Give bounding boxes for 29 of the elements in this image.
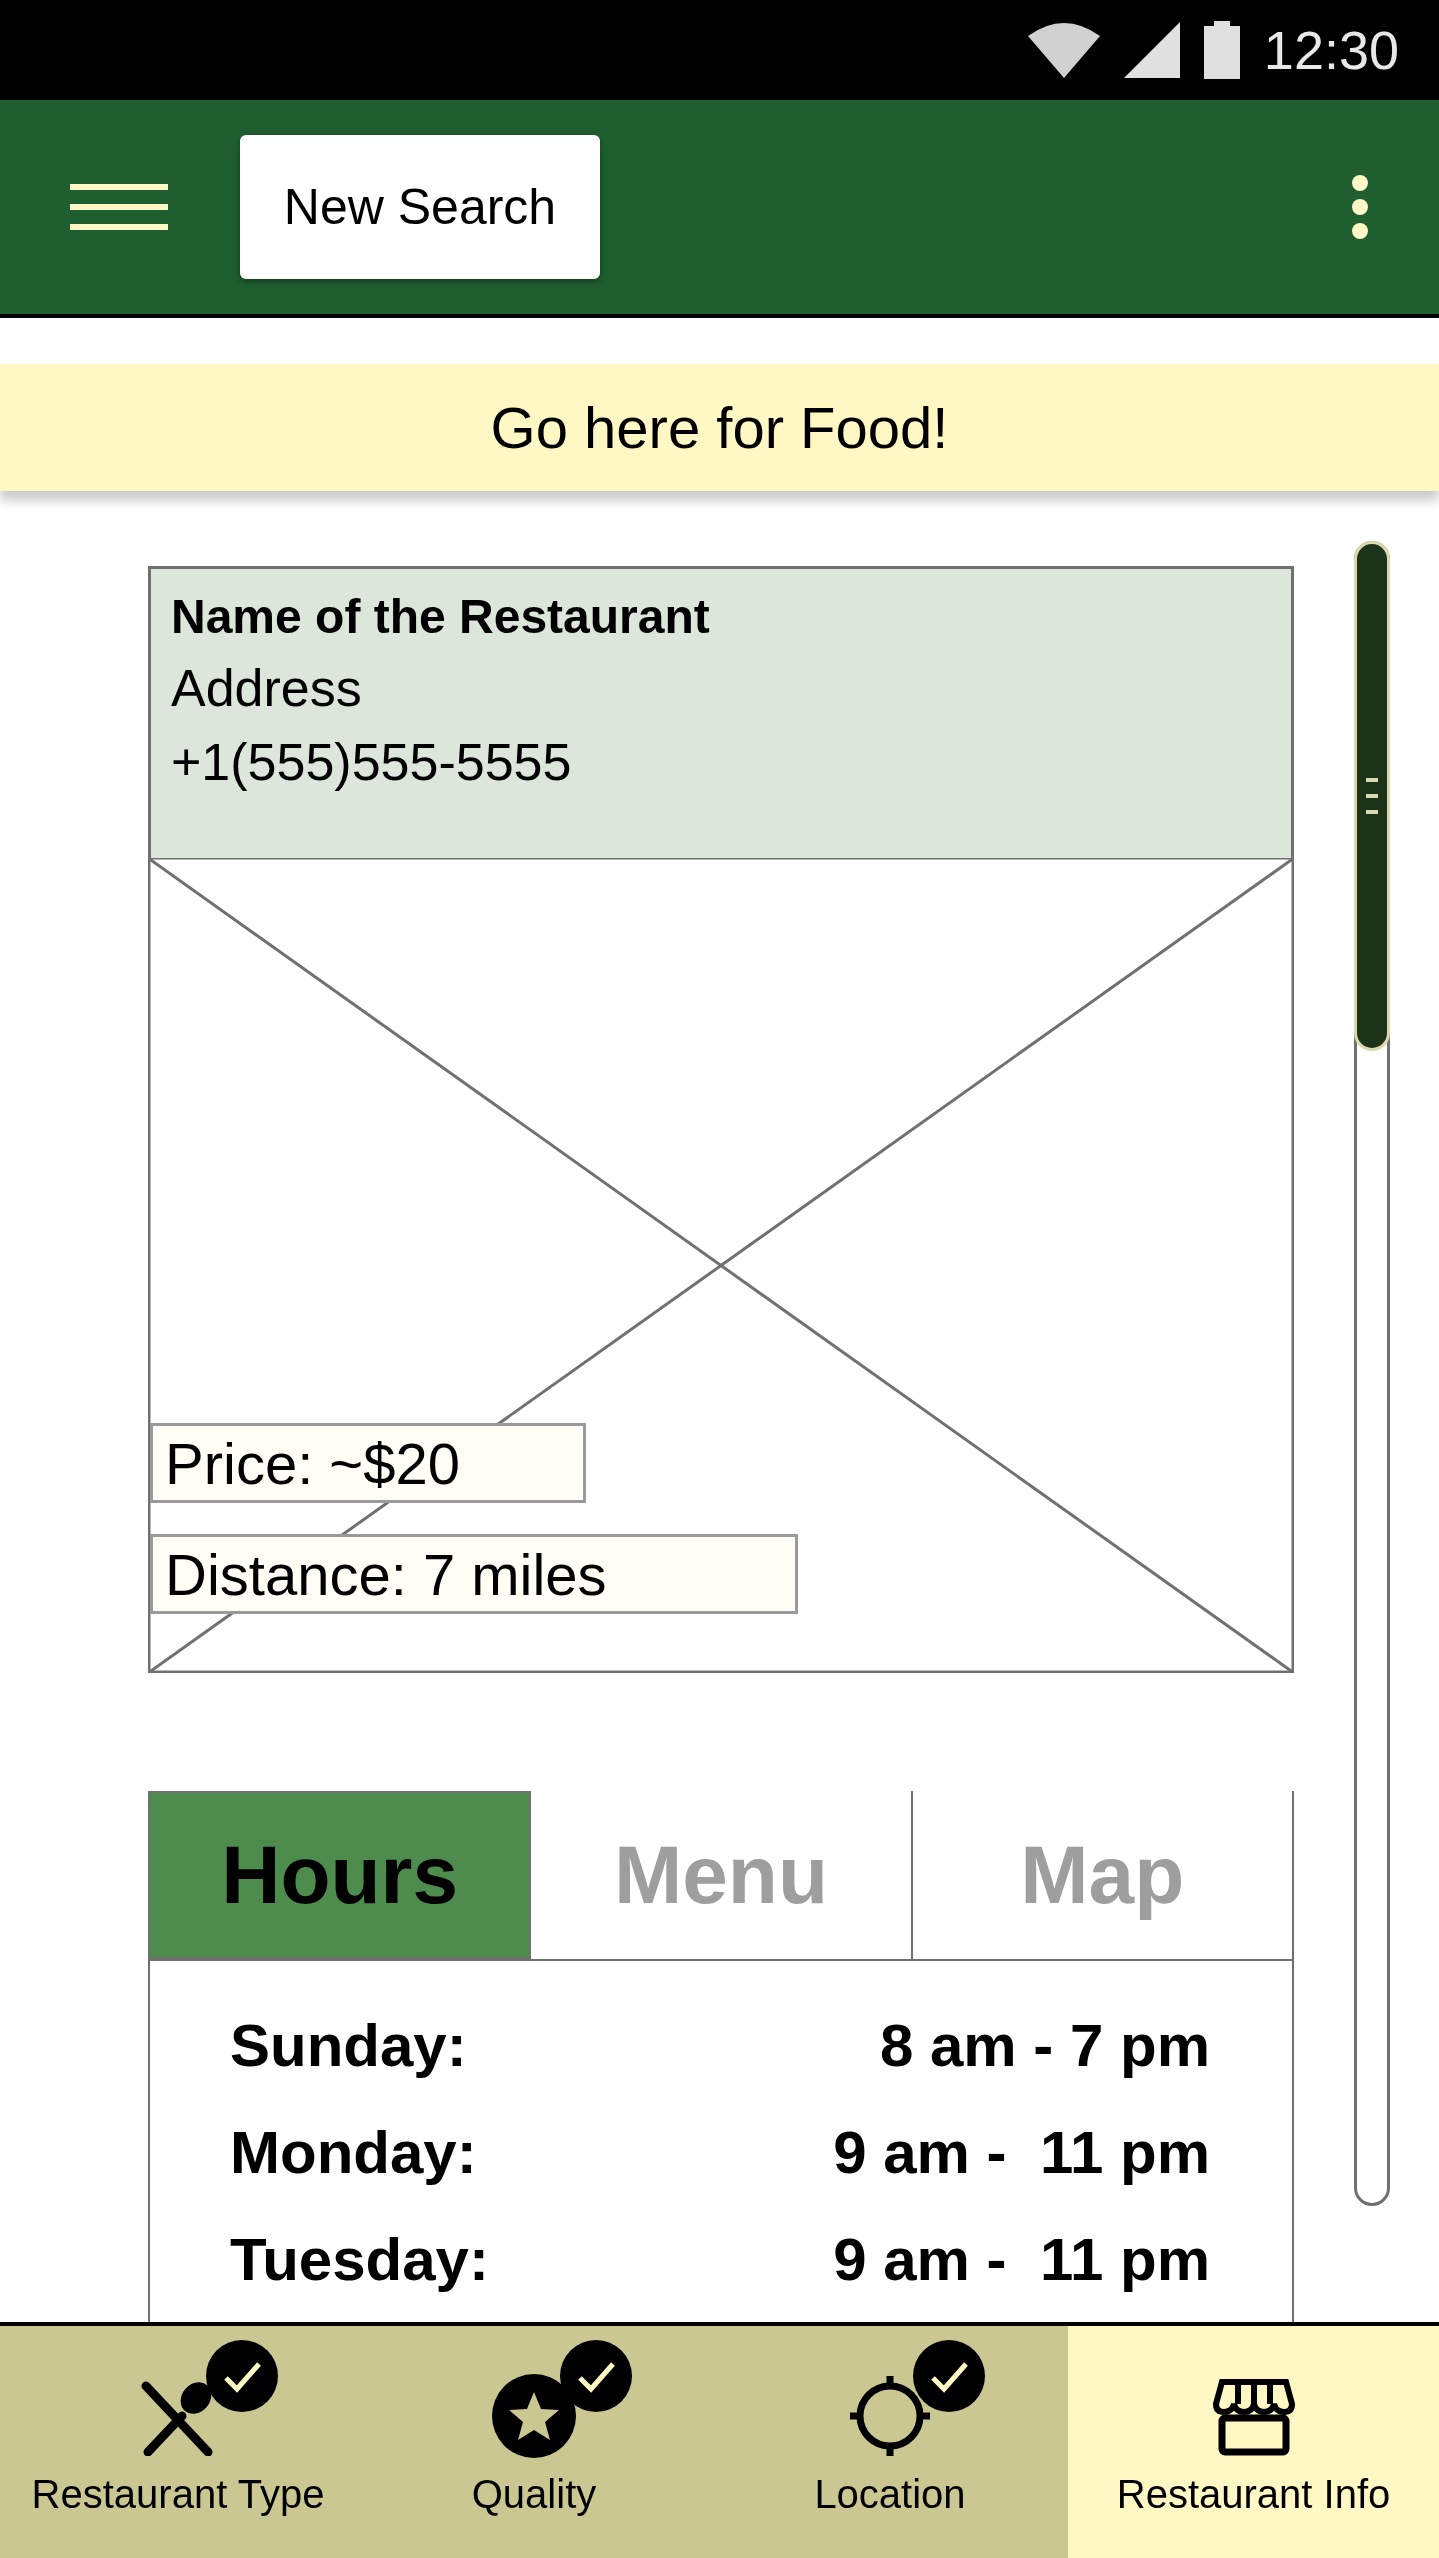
more-options-icon[interactable]: [1351, 174, 1369, 240]
banner: Go here for Food!: [0, 364, 1439, 491]
tab[interactable]: Hours: [148, 1791, 532, 1959]
nav-label: Restaurant Info: [1116, 2471, 1391, 2517]
day-label: Tuesday:: [230, 2225, 489, 2294]
battery-icon: [1203, 21, 1240, 79]
nav-item[interactable]: Restaurant Type: [0, 2326, 356, 2558]
restaurant-phone: +1(555)555-5555: [171, 732, 573, 792]
menu-icon[interactable]: [70, 184, 168, 230]
day-label: Sunday:: [230, 2011, 467, 2080]
hours-time: 8 am - 7 pm: [879, 2011, 1210, 2080]
price-label: Price: ~$20: [150, 1423, 586, 1503]
wifi-icon: [1027, 22, 1100, 78]
hours-time: 9 am - 11 pm: [833, 2225, 1210, 2294]
restaurant-address: Address: [171, 658, 363, 718]
signal-icon: [1123, 22, 1180, 78]
distance-label: Distance: 7 miles: [150, 1534, 798, 1614]
scroll-thumb[interactable]: [1354, 541, 1390, 1051]
hours-time: 9 am - 11 pm: [833, 2118, 1210, 2187]
nav-label: Location: [814, 2471, 966, 2517]
day-label: Monday:: [230, 2118, 477, 2187]
nav-label: Quality: [471, 2471, 597, 2517]
nav-item[interactable]: Restaurant Info: [1068, 2326, 1439, 2558]
nav-label: Restaurant Type: [31, 2471, 325, 2517]
nav-item[interactable]: Quality: [356, 2326, 712, 2558]
restaurant-name: Name of the Restaurant: [171, 589, 711, 644]
nav-item[interactable]: Location: [712, 2326, 1068, 2558]
status-time: 12:30: [1263, 19, 1399, 81]
new-search-button[interactable]: New Search: [240, 135, 600, 279]
